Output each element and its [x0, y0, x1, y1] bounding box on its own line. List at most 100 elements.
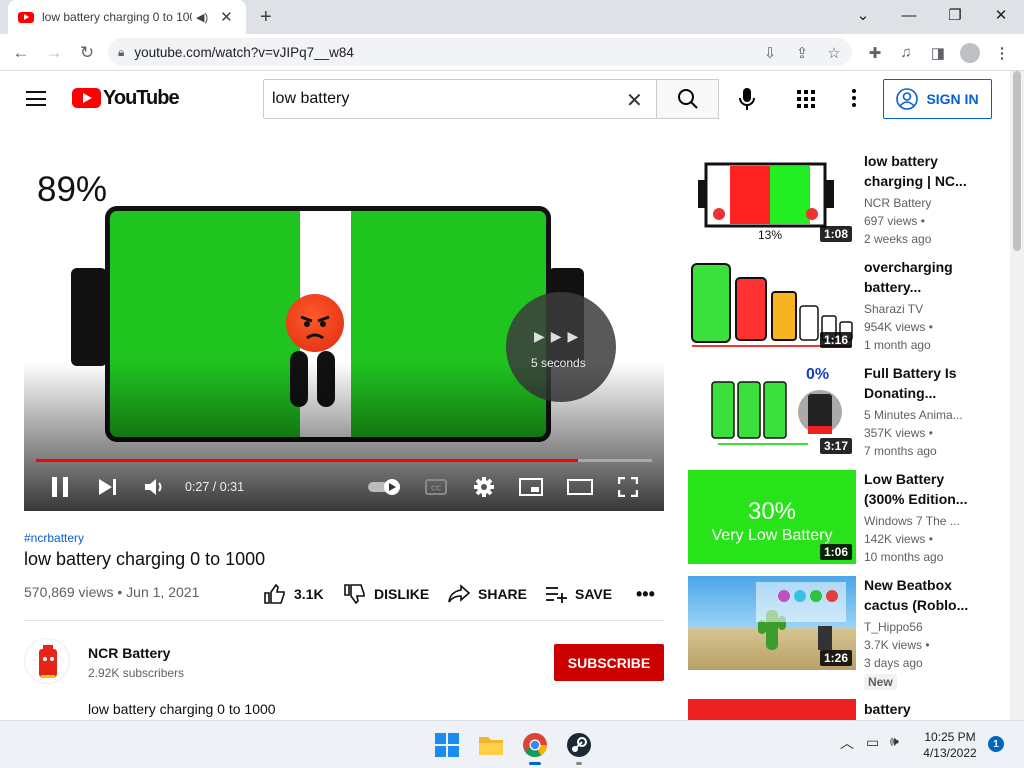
hamburger-menu-icon[interactable] — [26, 91, 46, 106]
search-button[interactable] — [656, 79, 719, 119]
video-thumbnail[interactable]: 0% 3:17 — [688, 364, 856, 458]
youtube-logo[interactable]: YouTube — [72, 86, 180, 109]
settings-dots-icon[interactable] — [852, 89, 856, 107]
captions-button[interactable]: CC — [424, 475, 448, 499]
close-window-button[interactable]: ✕ — [978, 0, 1024, 30]
share-page-icon[interactable]: ⇪ — [787, 34, 817, 71]
pause-button[interactable] — [48, 475, 72, 499]
chrome-taskbar-button[interactable] — [520, 730, 550, 760]
related-video[interactable]: battery — [688, 699, 1008, 720]
related-channel[interactable]: Windows 7 The ... — [864, 514, 984, 528]
bookmark-star-icon[interactable]: ☆ — [819, 34, 849, 71]
channel-avatar[interactable] — [24, 638, 70, 684]
dislike-button[interactable]: DISLIKE — [344, 583, 429, 605]
related-title[interactable]: New Beatbox cactus (Roblo... — [864, 575, 974, 615]
side-panel-icon[interactable]: ◨ — [923, 34, 953, 71]
forward-icon[interactable]: → — [39, 34, 69, 71]
video-stats: 570,869 views • Jun 1, 2021 — [24, 584, 200, 600]
related-video[interactable]: 13% 1:08 low battery charging | NC... NC… — [688, 152, 1008, 248]
video-thumbnail[interactable]: 30% Very Low Battery 1:06 — [688, 470, 856, 564]
subscribe-button[interactable]: SUBSCRIBE — [554, 644, 664, 681]
search-input[interactable] — [272, 90, 612, 108]
taskbar-clock[interactable]: 10:25 PM 4/13/2022 — [918, 729, 982, 761]
video-thumbnail[interactable]: 1:16 — [688, 258, 856, 352]
new-badge: New — [864, 674, 897, 690]
channel-name[interactable]: NCR Battery — [88, 645, 170, 661]
chrome-menu-icon[interactable]: ⋮ — [987, 34, 1017, 71]
install-app-icon[interactable]: ⇩ — [755, 34, 785, 71]
like-button[interactable]: 3.1K — [264, 583, 324, 605]
related-channel[interactable]: 5 Minutes Anima... — [864, 408, 984, 422]
youtube-play-logo-icon — [72, 88, 101, 108]
browser-tab[interactable]: low battery charging 0 to 100 ◀) ✕ — [8, 0, 246, 34]
address-bar[interactable]: 🔒︎ youtube.com/watch?v=vJIPq7__w84 — [108, 38, 852, 66]
video-percent-overlay: 89% — [37, 170, 108, 209]
related-video[interactable]: 0% 3:17 Full Battery Is Donating... 5 Mi… — [688, 364, 1008, 460]
hashtag-link[interactable]: #ncrbattery — [24, 531, 84, 545]
sign-in-button[interactable]: SIGN IN — [883, 79, 992, 119]
start-button[interactable] — [432, 730, 462, 760]
volume-button[interactable] — [142, 475, 168, 499]
new-tab-button[interactable]: + — [260, 6, 272, 29]
related-title[interactable]: overcharging battery... — [864, 257, 974, 297]
related-views: 357K views • — [864, 426, 933, 440]
logo-text: YouTube — [103, 86, 180, 109]
related-title[interactable]: battery — [864, 699, 974, 720]
related-title[interactable]: Low Battery (300% Edition... — [864, 469, 974, 509]
settings-button[interactable] — [472, 475, 496, 499]
dislike-label: DISLIKE — [374, 586, 430, 602]
share-button[interactable]: SHARE — [448, 583, 527, 605]
more-actions-icon[interactable]: ••• — [636, 583, 655, 605]
profile-avatar-icon[interactable] — [955, 34, 985, 71]
autoplay-toggle[interactable] — [367, 475, 403, 499]
speaker-icon[interactable]: ◀) — [196, 11, 208, 24]
next-button[interactable] — [96, 475, 120, 499]
lock-icon[interactable]: 🔒︎ — [118, 45, 124, 60]
related-video[interactable]: 30% Very Low Battery 1:06 Low Battery (3… — [688, 470, 1008, 566]
tab-search-icon[interactable]: ⌄ — [840, 0, 886, 30]
back-icon[interactable]: ← — [6, 34, 36, 71]
apps-grid-icon[interactable] — [797, 90, 815, 108]
related-video[interactable]: 1:16 overcharging battery... Sharazi TV … — [688, 258, 1008, 354]
related-title[interactable]: low battery charging | NC... — [864, 151, 974, 191]
fullscreen-button[interactable] — [616, 475, 640, 499]
video-player[interactable]: 89% ▶▶▶ 5 seconds 0:27 / 0:31 CC — [24, 152, 664, 511]
share-icon — [448, 584, 470, 603]
show-hidden-icons-icon[interactable]: ︿ — [840, 733, 854, 753]
notification-badge[interactable]: 1 — [988, 736, 1004, 752]
network-icon[interactable]: ▭ — [866, 734, 879, 751]
close-tab-icon[interactable]: ✕ — [220, 8, 233, 26]
related-title[interactable]: Full Battery Is Donating... — [864, 363, 974, 403]
save-button[interactable]: SAVE — [545, 583, 612, 605]
video-description: low battery charging 0 to 1000 — [88, 701, 276, 717]
microphone-icon[interactable] — [737, 87, 757, 111]
volume-tray-icon[interactable]: 🕪︎ — [890, 733, 899, 750]
media-control-icon[interactable]: ♫ — [891, 34, 921, 71]
divider — [24, 620, 664, 621]
gear-icon — [474, 477, 494, 497]
clear-search-icon[interactable]: ✕ — [626, 88, 643, 113]
scrollbar-thumb[interactable] — [1013, 71, 1021, 251]
progress-played — [36, 459, 579, 462]
minimize-button[interactable]: — — [886, 0, 932, 30]
progress-bar[interactable] — [36, 459, 652, 462]
file-explorer-button[interactable] — [476, 730, 506, 760]
restore-button[interactable]: ❐ — [932, 0, 978, 30]
steam-taskbar-button[interactable] — [564, 730, 594, 760]
folder-icon — [479, 737, 503, 755]
video-thumbnail[interactable]: 13% 1:08 — [688, 152, 856, 246]
miniplayer-button[interactable] — [518, 475, 544, 499]
thumbs-down-icon — [344, 584, 365, 604]
video-thumbnail[interactable] — [688, 699, 856, 720]
video-thumbnail[interactable]: 1:26 — [688, 576, 856, 670]
related-channel[interactable]: T_Hippo56 — [864, 620, 984, 634]
related-video[interactable]: 1:26 New Beatbox cactus (Roblo... T_Hipp… — [688, 575, 1008, 690]
related-channel[interactable]: NCR Battery — [864, 196, 984, 210]
thumbs-up-icon — [264, 584, 285, 604]
theater-mode-button[interactable] — [566, 475, 594, 499]
related-channel[interactable]: Sharazi TV — [864, 302, 984, 316]
clock-date: 4/13/2022 — [923, 746, 977, 760]
reload-icon[interactable]: ↻ — [72, 34, 102, 71]
search-box[interactable] — [263, 79, 656, 119]
extensions-icon[interactable]: ✚ — [860, 34, 890, 71]
